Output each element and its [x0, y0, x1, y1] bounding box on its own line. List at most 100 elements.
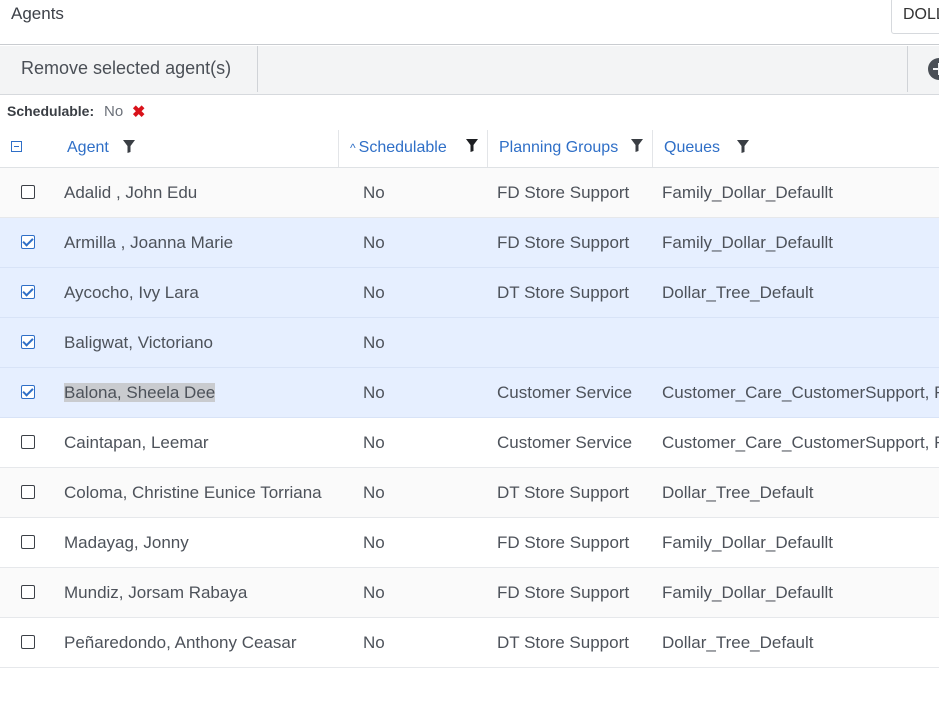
agent-name-cell: Caintapan, Leemar — [64, 418, 336, 467]
toolbar: Remove selected agent(s) — [0, 46, 939, 95]
filter-icon[interactable] — [466, 139, 478, 152]
table-header: Agent ^ Schedulable Planning Groups Queue… — [0, 130, 939, 168]
agent-name-cell: Baligwat, Victoriano — [64, 318, 336, 367]
planning-group-cell: DT Store Support — [497, 633, 629, 652]
row-checkbox[interactable] — [21, 235, 35, 249]
table-row[interactable]: Aycocho, Ivy Lara No DT Store Support Dolla… — [0, 268, 939, 318]
queues-cell: Family_Dollar_Defaullt — [662, 183, 834, 202]
planning-group-cell — [497, 318, 649, 367]
agent-name-cell: Mundiz, Jorsam Rabaya — [64, 568, 336, 617]
agents-table-body: Adalid , John Edu No FD Store Support Famil… — [0, 168, 939, 668]
filter-label: Schedulable: — [7, 103, 95, 119]
row-checkbox[interactable] — [21, 185, 35, 199]
agent-name-cell: Balona, Sheela Dee — [64, 368, 336, 417]
table-row[interactable]: Peñaredondo, Anthony Ceasar No DT Store Su… — [0, 618, 939, 668]
queues-cell — [662, 318, 939, 367]
column-label-queues: Queues — [664, 139, 721, 156]
agent-name-cell: Madayag, Jonny — [64, 518, 336, 567]
column-header-schedulable[interactable]: ^ Schedulable — [350, 130, 487, 167]
plus-circle-icon[interactable] — [928, 58, 939, 80]
filter-icon[interactable] — [736, 139, 749, 153]
agent-name: Balona, Sheela Dee — [64, 383, 216, 402]
queues-cell: Dollar_Tree_Default — [662, 483, 814, 502]
agent-name-cell: Coloma, Christine Eunice Torriana — [64, 468, 336, 517]
agent-name-cell: Armilla , Joanna Marie — [64, 218, 336, 267]
table-row[interactable]: Balona, Sheela Dee No Customer Service Cust… — [0, 368, 939, 418]
planning-group-cell: FD Store Support — [497, 183, 630, 202]
page-title: Agents — [11, 4, 64, 23]
queues-cell: Dollar_Tree_Default — [662, 633, 814, 652]
column-label-planning-groups: Planning Groups — [499, 139, 619, 156]
sort-ascending-icon: ^ — [350, 141, 356, 155]
queues-cell: Family_Dollar_Defaullt — [662, 533, 834, 552]
agent-name: Caintapan, Leemar — [64, 433, 209, 452]
queues-cell: Family_Dollar_Defaullt — [662, 233, 834, 252]
agent-name: Baligwat, Victoriano — [64, 333, 213, 352]
planning-group-cell: Customer Service — [497, 433, 633, 452]
agent-name-cell: Peñaredondo, Anthony Ceasar — [64, 618, 336, 667]
schedulable-cell: No — [363, 183, 385, 202]
planning-group-cell: FD Store Support — [497, 583, 630, 602]
schedulable-cell: No — [363, 333, 385, 352]
remove-selected-agents-button[interactable]: Remove selected agent(s) — [0, 46, 258, 92]
planning-group-cell: DT Store Support — [497, 283, 629, 302]
agent-name: Aycocho, Ivy Lara — [64, 283, 199, 302]
schedulable-cell: No — [363, 533, 385, 552]
row-checkbox[interactable] — [21, 285, 35, 299]
filter-icon[interactable] — [123, 139, 136, 153]
planning-group-cell: FD Store Support — [497, 533, 630, 552]
column-header-agent[interactable]: Agent — [67, 130, 337, 167]
table-row[interactable]: Madayag, Jonny No FD Store Support Family_D… — [0, 518, 939, 568]
business-unit-dropdown[interactable]: DOLL — [891, 0, 939, 34]
table-row[interactable]: Caintapan, Leemar No Customer Service Custo… — [0, 418, 939, 468]
agent-name: Adalid , John Edu — [64, 183, 198, 202]
row-checkbox[interactable] — [21, 585, 35, 599]
planning-group-cell: Customer Service — [497, 383, 633, 402]
planning-group-cell: FD Store Support — [497, 233, 630, 252]
column-header-planning-groups[interactable]: Planning Groups — [499, 130, 652, 167]
row-checkbox[interactable] — [21, 335, 35, 349]
table-row[interactable]: Coloma, Christine Eunice Torriana No DT St… — [0, 468, 939, 518]
agent-name-cell: Adalid , John Edu — [64, 168, 336, 217]
toolbar-divider — [907, 46, 908, 92]
queues-cell: Family_Dollar_Defaullt — [662, 583, 834, 602]
row-checkbox[interactable] — [21, 635, 35, 649]
row-checkbox[interactable] — [21, 385, 35, 399]
schedulable-cell: No — [363, 433, 385, 452]
row-checkbox[interactable] — [21, 535, 35, 549]
agent-name: Madayag, Jonny — [64, 533, 189, 552]
collapse-all-icon[interactable] — [11, 141, 22, 152]
agent-name: Mundiz, Jorsam Rabaya — [64, 583, 248, 602]
table-row[interactable]: Baligwat, Victoriano No — [0, 318, 939, 368]
schedulable-cell: No — [363, 283, 385, 302]
agent-name-cell: Aycocho, Ivy Lara — [64, 268, 336, 317]
column-divider — [652, 130, 653, 167]
column-divider — [487, 130, 488, 167]
column-label-schedulable: Schedulable — [358, 139, 447, 156]
table-row[interactable]: Armilla , Joanna Marie No FD Store Support… — [0, 218, 939, 268]
schedulable-cell: No — [363, 583, 385, 602]
active-filter-bar: Schedulable: No ✖ — [0, 95, 939, 131]
schedulable-cell: No — [363, 483, 385, 502]
table-row[interactable]: Mundiz, Jorsam Rabaya No FD Store Support F… — [0, 568, 939, 618]
queues-cell: Dollar_Tree_Default — [662, 283, 814, 302]
agent-name: Coloma, Christine Eunice Torriana — [64, 483, 322, 502]
planning-group-cell: DT Store Support — [497, 483, 629, 502]
filter-icon[interactable] — [631, 139, 643, 152]
agent-name: Peñaredondo, Anthony Ceasar — [64, 633, 297, 652]
column-header-queues[interactable]: Queues — [664, 130, 939, 167]
row-checkbox[interactable] — [21, 485, 35, 499]
queues-cell: Customer_Care_CustomerSupport, F — [662, 383, 939, 402]
queues-cell: Customer_Care_CustomerSupport, F — [662, 433, 939, 452]
column-label-agent: Agent — [67, 139, 109, 156]
remove-filter-icon[interactable]: ✖ — [132, 102, 145, 122]
select-all-header — [0, 130, 53, 167]
column-divider — [338, 130, 339, 167]
agent-name: Armilla , Joanna Marie — [64, 233, 234, 252]
table-row[interactable]: Adalid , John Edu No FD Store Support Famil… — [0, 168, 939, 218]
page-header: Agents DOLL — [0, 0, 939, 45]
schedulable-cell: No — [363, 233, 385, 252]
filter-value: No — [104, 103, 124, 120]
row-checkbox[interactable] — [21, 435, 35, 449]
schedulable-cell: No — [363, 383, 385, 402]
